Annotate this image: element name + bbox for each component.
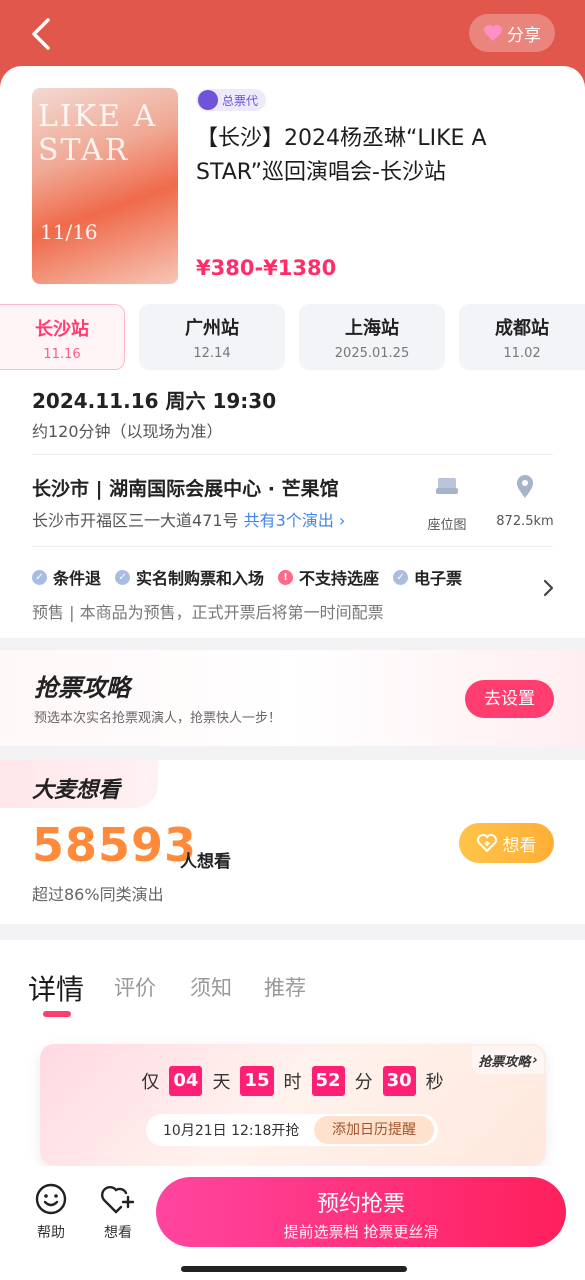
want-count: 58593 [32, 818, 198, 872]
event-poster[interactable]: LIKE A STAR 11/16 [32, 88, 178, 284]
help-label: 帮助 [37, 1225, 65, 1241]
tab-details[interactable]: 详情 [28, 968, 84, 1008]
divider [32, 546, 553, 547]
reserve-ticket-sublabel: 提前选票档 抢票更丝滑 [283, 1223, 439, 1241]
agent-badge: 总票代 [196, 89, 267, 111]
venue-shows-link[interactable]: 共有3个演出 › [244, 511, 346, 530]
countdown-hours-unit: 时 [283, 1072, 302, 1093]
share-label: 分享 [507, 25, 541, 46]
countdown-seconds-unit: 秒 [425, 1072, 444, 1093]
event-datetime: 2024.11.16 周六 19:30 [32, 389, 277, 413]
strategy-subtitle: 预选本次实名抢票观演人，抢票快人一步！ [34, 711, 282, 726]
want-bottom-label: 想看 [104, 1225, 132, 1241]
tag-no-seat-select: ! 不支持选座 [278, 565, 379, 589]
countdown-prefix: 仅 [141, 1072, 160, 1093]
countdown-days: 04 [169, 1066, 203, 1096]
event-title: 【长沙】2024杨丞琳“LIKE A STAR”巡回演唱会-长沙站 [196, 126, 487, 185]
event-duration: 约120分钟（以现场为准） [32, 422, 223, 441]
stop-date: 11.16 [43, 347, 81, 362]
divider [32, 454, 553, 455]
stop-name: 成都站 [495, 318, 549, 339]
active-tab-indicator [43, 1011, 71, 1017]
agent-logo-icon [198, 90, 218, 110]
stop-tab-chengdu[interactable]: 成都站 11.02 [459, 304, 585, 370]
tag-eticket: ✓ 电子票 [393, 565, 462, 589]
service-tags[interactable]: ✓ 条件退 ✓ 实名制购票和入场 ! 不支持选座 ✓ 电子票 [32, 565, 462, 589]
help-face-icon [35, 1183, 67, 1215]
strategy-title: 抢票攻略 [34, 674, 130, 702]
stop-date: 12.14 [193, 346, 231, 361]
add-calendar-button[interactable]: 添加日历提醒 [314, 1116, 434, 1144]
countdown-card [40, 1044, 546, 1166]
map-location-button[interactable]: 872.5km [492, 474, 558, 529]
home-indicator [181, 1266, 407, 1272]
heart-plus-icon [101, 1186, 135, 1214]
chevron-right-icon [543, 579, 554, 597]
price-range: ¥380-¥1380 [196, 256, 337, 280]
want-tag: 大麦想看 [0, 760, 158, 808]
tab-recommend[interactable]: 推荐 [264, 972, 306, 1002]
stop-date: 11.02 [503, 346, 541, 361]
stop-name: 广州站 [185, 318, 239, 339]
setup-button[interactable]: 去设置 [465, 680, 554, 718]
reserve-ticket-label: 预约抢票 [316, 1192, 405, 1217]
want-count-unit: 人想看 [180, 852, 231, 872]
countdown-timer: 仅 04 天 15 时 52 分 30 秒 [0, 1066, 585, 1096]
stop-tab-guangzhou[interactable]: 广州站 12.14 [139, 304, 285, 370]
presale-note: 预售 | 本商品为预售，正式开票后将第一时间配票 [32, 603, 384, 622]
sale-start-pill: 10月21日 12:18开抢 添加日历提醒 [146, 1114, 438, 1146]
venue-address[interactable]: 长沙市开福区三一大道471号 共有3个演出 › [32, 507, 345, 531]
seatmap-label: 座位图 [427, 518, 467, 533]
heart-plus-icon [476, 834, 497, 852]
heart-icon [484, 25, 502, 41]
countdown-minutes: 52 [311, 1066, 345, 1096]
tab-reviews[interactable]: 评价 [114, 972, 156, 1002]
check-icon: ✓ [32, 569, 47, 585]
poster-text: LIKE A STAR [38, 99, 158, 168]
stop-name: 上海站 [345, 318, 399, 339]
countdown-minutes-unit: 分 [354, 1072, 373, 1093]
tag-refund: ✓ 条件退 [32, 565, 101, 589]
stop-name: 长沙站 [35, 319, 89, 340]
back-button[interactable] [28, 16, 58, 52]
check-icon: ✓ [393, 569, 409, 585]
tag-realname: ✓ 实名制购票和入场 [115, 565, 264, 589]
want-compare-text: 超过86%同类演出 [32, 885, 164, 904]
chevron-left-icon [32, 18, 50, 50]
tags-more-button[interactable] [540, 578, 556, 598]
location-pin-icon [517, 475, 533, 498]
countdown-days-unit: 天 [212, 1072, 231, 1093]
check-icon: ✓ [115, 569, 131, 585]
reserve-ticket-button[interactable]: 预约抢票 提前选票档 抢票更丝滑 [156, 1177, 566, 1247]
countdown-seconds: 30 [382, 1066, 416, 1096]
venue-address-text: 长沙市开福区三一大道471号 [32, 511, 239, 530]
share-button[interactable]: 分享 [469, 14, 555, 52]
poster-date: 11/16 [40, 220, 98, 244]
want-bottom-button[interactable]: 想看 [93, 1182, 143, 1242]
want-button[interactable]: 想看 [459, 823, 554, 863]
seat-icon [436, 478, 458, 494]
countdown-hours: 15 [240, 1066, 274, 1096]
want-button-label: 想看 [502, 835, 537, 856]
tab-notice[interactable]: 须知 [190, 972, 232, 1002]
warning-icon: ! [278, 569, 294, 585]
stop-date: 2025.01.25 [334, 346, 410, 361]
help-button[interactable]: 帮助 [26, 1182, 76, 1242]
sale-start-text: 10月21日 12:18开抢 [163, 1123, 300, 1139]
seatmap-button[interactable]: 座位图 [420, 474, 474, 533]
venue-name[interactable]: 长沙市 | 湖南国际会展中心 · 芒果馆 [32, 474, 339, 501]
stop-tab-shanghai[interactable]: 上海站 2025.01.25 [299, 304, 445, 370]
venue-distance: 872.5km [496, 514, 554, 529]
stop-tab-changsha[interactable]: 长沙站 11.16 [0, 304, 125, 370]
agent-badge-label: 总票代 [222, 93, 259, 108]
